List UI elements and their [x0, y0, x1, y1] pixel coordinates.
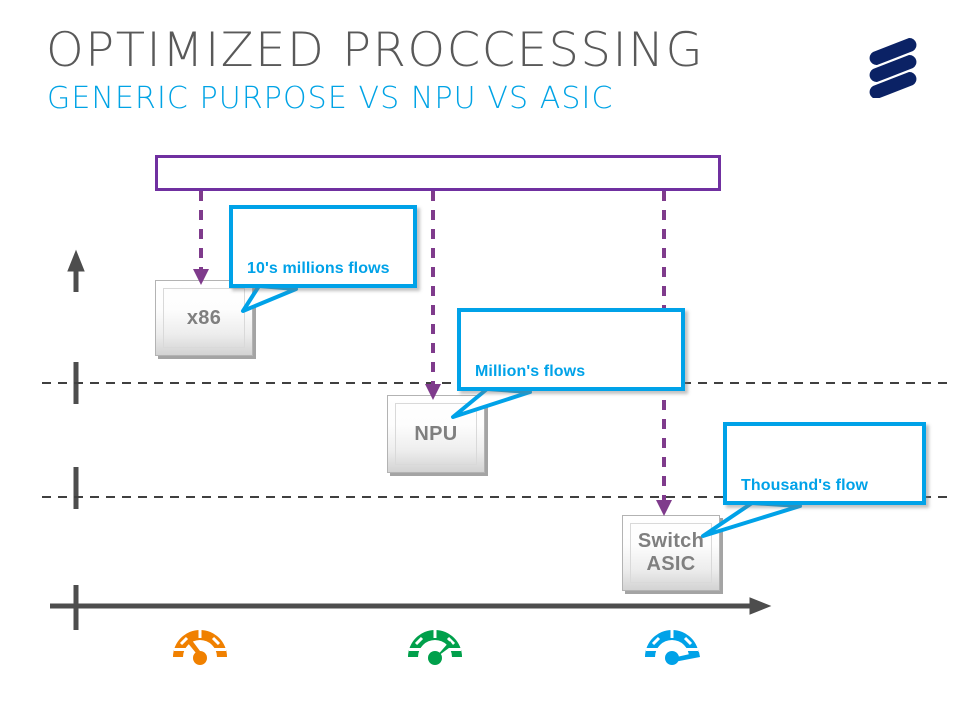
gauge-icon-slow [165, 622, 235, 684]
chip-label-npu: NPU [414, 422, 458, 445]
gauge-icon-medium [400, 622, 470, 684]
chip-label-x86: x86 [186, 306, 222, 329]
callout-thousands-flow-label: Thousand's flow [741, 477, 869, 494]
callout-tens-millions-flows[interactable]: 10's millions flows [229, 205, 417, 288]
slide-canvas: OPTIMIZED PROCCESSING GENERIC PURPOSE VS… [0, 0, 954, 716]
chip-box-npu[interactable]: NPU [387, 395, 485, 473]
gauge-icon-fast [637, 622, 707, 684]
callout-tens-millions-flows-label: 10's millions flows [247, 260, 390, 277]
chip-label-switch-asic-line2: ASIC [646, 553, 696, 575]
chip-label-switch-asic: Switch ASIC [638, 530, 704, 576]
callout-millions-flows[interactable]: Million's flows [457, 308, 685, 391]
page-title: OPTIMIZED PROCCESSING [46, 23, 705, 78]
chip-box-x86[interactable]: x86 [155, 280, 253, 356]
page-subtitle: GENERIC PURPOSE VS NPU VS ASIC [47, 81, 614, 116]
callout-millions-flows-label: Million's flows [475, 363, 586, 380]
chip-label-switch-asic-line1: Switch [637, 530, 705, 552]
top-process-bar[interactable] [155, 155, 721, 191]
ericsson-logo [865, 36, 925, 100]
callout-thousands-flow[interactable]: Thousand's flow [723, 422, 926, 505]
chip-box-switch-asic[interactable]: Switch ASIC [622, 515, 720, 591]
